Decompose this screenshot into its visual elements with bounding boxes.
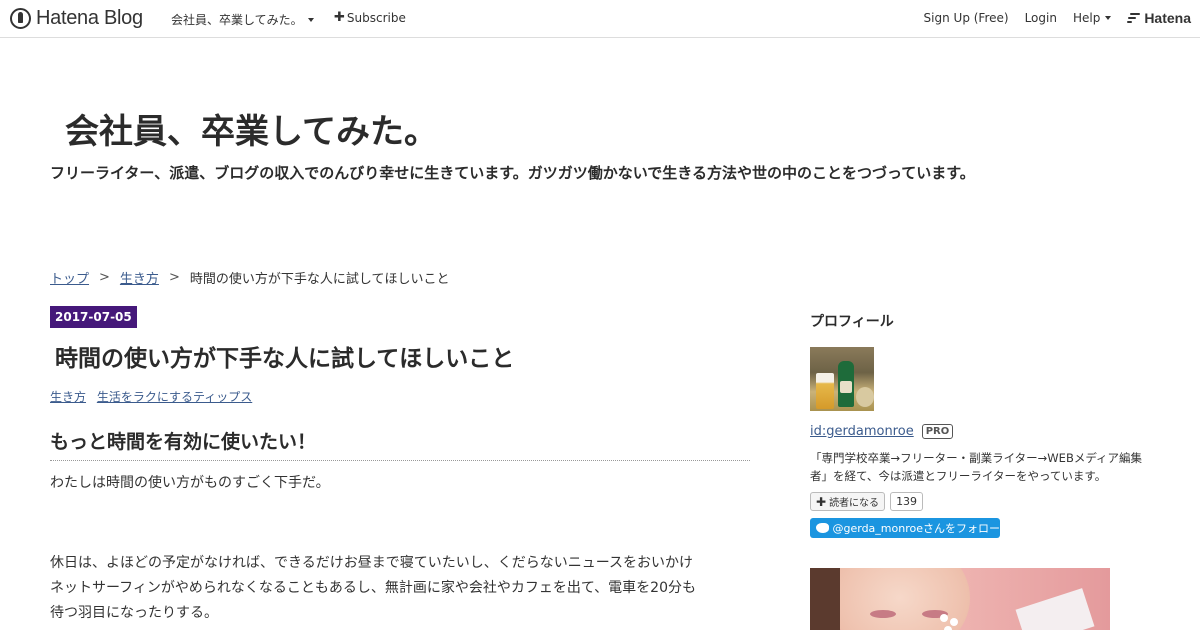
blog-title[interactable]: 会社員、卒業してみた。 [65,104,438,153]
section-heading: もっと時間を有効に使いたい！ [50,427,750,461]
plus-icon: ✚ [816,494,827,509]
subscribe-label: Subscribe [346,10,406,25]
help-label: Help [1072,11,1101,25]
hatena-blog-logo[interactable]: Hatena Blog [10,7,143,30]
blog-description: フリーライター、派遣、ブログの収入でのんびり幸せに生きています。ガツガツ働かない… [50,164,975,182]
blog-menu-dropdown[interactable]: 会社員、卒業してみた。 [171,11,314,28]
reader-button-label: 読者になる [829,498,880,509]
login-link[interactable]: Login [1025,11,1057,25]
profile-description: 「専門学校卒業→フリーター・副業ライター→WEBメディア編集者」を経て、今は派遣… [810,451,1143,483]
global-header: Hatena Blog 会社員、卒業してみた。 ✚ Subscribe Sign… [0,0,1200,38]
chevron-down-icon [1105,16,1112,20]
breadcrumb: トップ > 生き方 > 時間の使い方が下手な人に試してほしいこと [50,268,449,287]
breadcrumb-current: 時間の使い方が下手な人に試してほしいこと [189,272,450,287]
hatena-label: Hatena [1144,10,1191,26]
breadcrumb-separator: > [168,270,180,285]
profile-id-link[interactable]: id:gerdamonroe [810,424,914,439]
help-menu[interactable]: Help [1072,11,1112,25]
entry-date[interactable]: 2017-07-05 [50,306,137,328]
breadcrumb-category[interactable]: 生き方 [120,268,159,287]
entry-categories: 生き方 生活をラクにするティップス [50,388,259,405]
category-link[interactable]: 生活をラクにするティップス [97,390,252,404]
twitter-bird-icon [816,523,829,533]
signup-link[interactable]: Sign Up (Free) [924,11,1009,25]
brand-name: Hatena Blog [36,7,143,29]
hatena-blog-icon [10,8,31,29]
twitter-follow-button[interactable]: @gerda_monroeさんをフォロー [810,518,1000,538]
sidebar-banner-image[interactable] [810,568,1110,630]
pro-badge[interactable]: PRO [921,424,954,439]
entry-paragraph: わたしは時間の使い方がものすごく下手だ。 [50,475,330,491]
chevron-down-icon [307,17,314,22]
reader-count: 139 [890,492,924,511]
hatena-logo[interactable]: Hatena [1127,10,1191,26]
profile-heading: プロフィール [810,314,894,330]
profile-id-row: id:gerdamonroe PRO [810,424,954,439]
account-nav: Sign Up (Free) Login Help Hatena [908,10,1191,26]
entry-paragraph: 休日は、よほどの予定がなければ、できるだけお昼まで寝ていたいし、くだらないニュー… [50,555,694,571]
subscribe-button[interactable]: ✚ Subscribe [334,10,406,25]
entry-paragraph: ネットサーフィンがやめられなくなることもあるし、無計画に家や会社やカフェを出て、… [50,580,696,596]
hatena-mark-icon [1127,13,1141,23]
avatar[interactable] [810,347,874,411]
entry-paragraph: 待つ羽目になったりする。 [50,605,218,621]
entry-title[interactable]: 時間の使い方が下手な人に試してほしいこと [55,339,514,373]
breadcrumb-top[interactable]: トップ [50,268,89,287]
follow-label: @gerda_monroeさんをフォロー [832,522,1001,535]
breadcrumb-separator: > [99,270,110,285]
reader-row: ✚ 読者になる 139 [810,492,924,511]
subscribe-reader-button[interactable]: ✚ 読者になる [810,492,886,511]
category-link[interactable]: 生き方 [50,390,86,404]
blog-menu-label: 会社員、卒業してみた。 [171,13,303,27]
plus-icon: ✚ [334,10,345,25]
